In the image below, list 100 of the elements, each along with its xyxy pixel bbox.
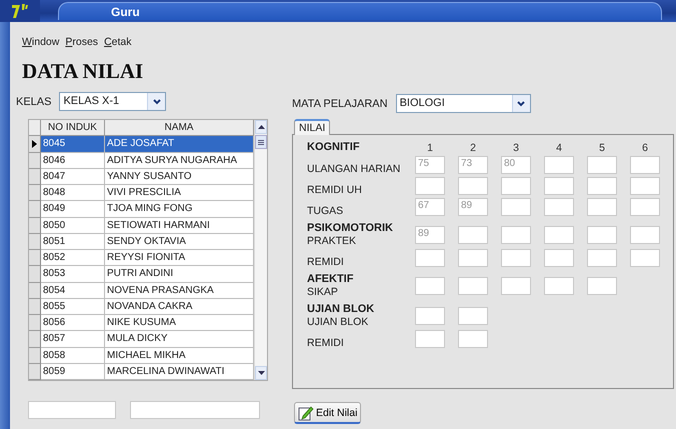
score-field[interactable] <box>630 226 660 244</box>
column-number: 6 <box>641 142 649 154</box>
scroll-down-icon <box>258 371 264 375</box>
table-cell: REYYSI FIONITA <box>105 250 254 266</box>
row-selector[interactable] <box>29 136 41 152</box>
score-field[interactable] <box>587 276 617 294</box>
window-title: Guru <box>111 4 140 18</box>
row-label: ULANGAN HARIAN <box>307 163 402 175</box>
score-field[interactable] <box>415 330 445 348</box>
menu-item[interactable]: Window <box>22 36 60 48</box>
edit-button[interactable]: Edit Nilai <box>294 402 362 424</box>
table-cell: 8054 <box>41 282 105 299</box>
input-field[interactable] <box>28 401 116 419</box>
score-field[interactable] <box>458 330 488 348</box>
score-field[interactable] <box>415 276 445 294</box>
section-heading: UJIAN BLOK <box>307 303 374 316</box>
score-field[interactable] <box>501 198 531 216</box>
score-field[interactable] <box>630 176 660 194</box>
chevron-down-icon <box>517 100 526 106</box>
row-label: TUGAS <box>307 205 344 217</box>
section-heading: KOGNITIF <box>307 141 361 154</box>
table-cell: 8051 <box>41 234 105 250</box>
score-field[interactable] <box>587 248 617 266</box>
score-field[interactable] <box>544 198 574 216</box>
table-cell: 8058 <box>41 348 105 364</box>
table-cell: 8056 <box>41 315 105 332</box>
table-cell: NOVANDA CAKRA <box>105 298 254 315</box>
table-cell: MICHAEL MIKHA <box>105 348 254 364</box>
score-field[interactable] <box>544 226 574 244</box>
table-cell: 8047 <box>41 168 105 185</box>
score-field[interactable] <box>458 306 488 324</box>
table-cell: PUTRI ANDINI <box>105 266 254 282</box>
score-field[interactable] <box>501 226 531 244</box>
column-number: 3 <box>512 142 520 154</box>
score-field[interactable] <box>587 226 617 244</box>
grid-corner <box>29 120 41 136</box>
chevron-down-icon <box>152 98 161 104</box>
score-field[interactable] <box>587 156 617 174</box>
section-heading: PSIKOMOTORIK <box>307 222 393 235</box>
edit-note-icon <box>298 404 314 420</box>
table-cell: 8045 <box>41 136 105 152</box>
table-cell: 8048 <box>41 185 105 202</box>
score-field[interactable] <box>544 176 574 194</box>
current-row-icon <box>32 140 37 148</box>
score-field[interactable] <box>458 276 488 294</box>
table-cell: 8052 <box>41 250 105 266</box>
row-label: REMIDI <box>307 256 345 268</box>
menu-item[interactable]: Proses <box>65 36 98 48</box>
score-field[interactable] <box>630 156 660 174</box>
table-cell: YANNY SUSANTO <box>105 168 254 185</box>
table-cell: 8059 <box>41 364 105 380</box>
page-title: DATA NILAI <box>21 58 144 84</box>
scrollbar[interactable] <box>254 120 267 380</box>
score-field[interactable] <box>415 306 445 324</box>
table-cell: ADE JOSAFAT <box>105 136 254 152</box>
dropdown[interactable]: KELAS X-1 <box>59 92 166 111</box>
table-cell: SETIOWATI HARMANI <box>105 218 254 234</box>
score-field[interactable] <box>501 276 531 294</box>
column-number: 2 <box>469 142 477 154</box>
score-field[interactable] <box>415 248 445 266</box>
column-number: 1 <box>426 142 434 154</box>
table-cell: 8050 <box>41 218 105 234</box>
table-cell: 8046 <box>41 152 105 169</box>
table-cell: NOVENA PRASANGKA <box>105 282 254 299</box>
row-label: SIKAP <box>307 286 339 298</box>
table-cell: 8057 <box>41 331 105 348</box>
score-field[interactable] <box>458 248 488 266</box>
column-header[interactable]: NAMA <box>105 120 254 136</box>
section-heading: AFEKTIF <box>307 273 354 286</box>
score-field[interactable] <box>587 198 617 216</box>
score-field[interactable] <box>544 248 574 266</box>
score-field[interactable] <box>458 226 488 244</box>
score-field[interactable] <box>415 176 445 194</box>
table-cell: 8055 <box>41 298 105 315</box>
row-label: REMIDI UH <box>307 184 363 196</box>
table-cell: 8049 <box>41 201 105 218</box>
score-field[interactable] <box>458 176 488 194</box>
column-number: 5 <box>598 142 606 154</box>
score-field[interactable] <box>630 198 660 216</box>
table-cell: SENDY OKTAVIA <box>105 234 254 250</box>
app-logo-icon <box>11 3 29 19</box>
field-label: KELAS <box>16 96 52 108</box>
dropdown[interactable]: BIOLOGI <box>396 94 531 113</box>
tab[interactable]: NILAI <box>294 119 330 135</box>
score-field[interactable] <box>544 276 574 294</box>
score-field[interactable] <box>501 248 531 266</box>
score-field[interactable] <box>501 176 531 194</box>
score-field[interactable] <box>544 156 574 174</box>
table-cell: ADITYA SURYA NUGARAHA <box>105 152 254 169</box>
row-label: PRAKTEK <box>307 235 358 247</box>
score-field[interactable] <box>587 176 617 194</box>
scroll-up-icon <box>258 125 264 129</box>
table-cell: MARCELINA DWINAWATI <box>105 364 254 380</box>
column-header[interactable]: NO INDUK <box>41 120 105 136</box>
menu-item[interactable]: Cetak <box>104 36 132 48</box>
row-label: REMIDI <box>307 337 345 349</box>
grip-icon <box>258 140 264 144</box>
column-number: 4 <box>555 142 563 154</box>
score-field[interactable] <box>630 248 660 266</box>
input-field[interactable] <box>130 401 260 419</box>
